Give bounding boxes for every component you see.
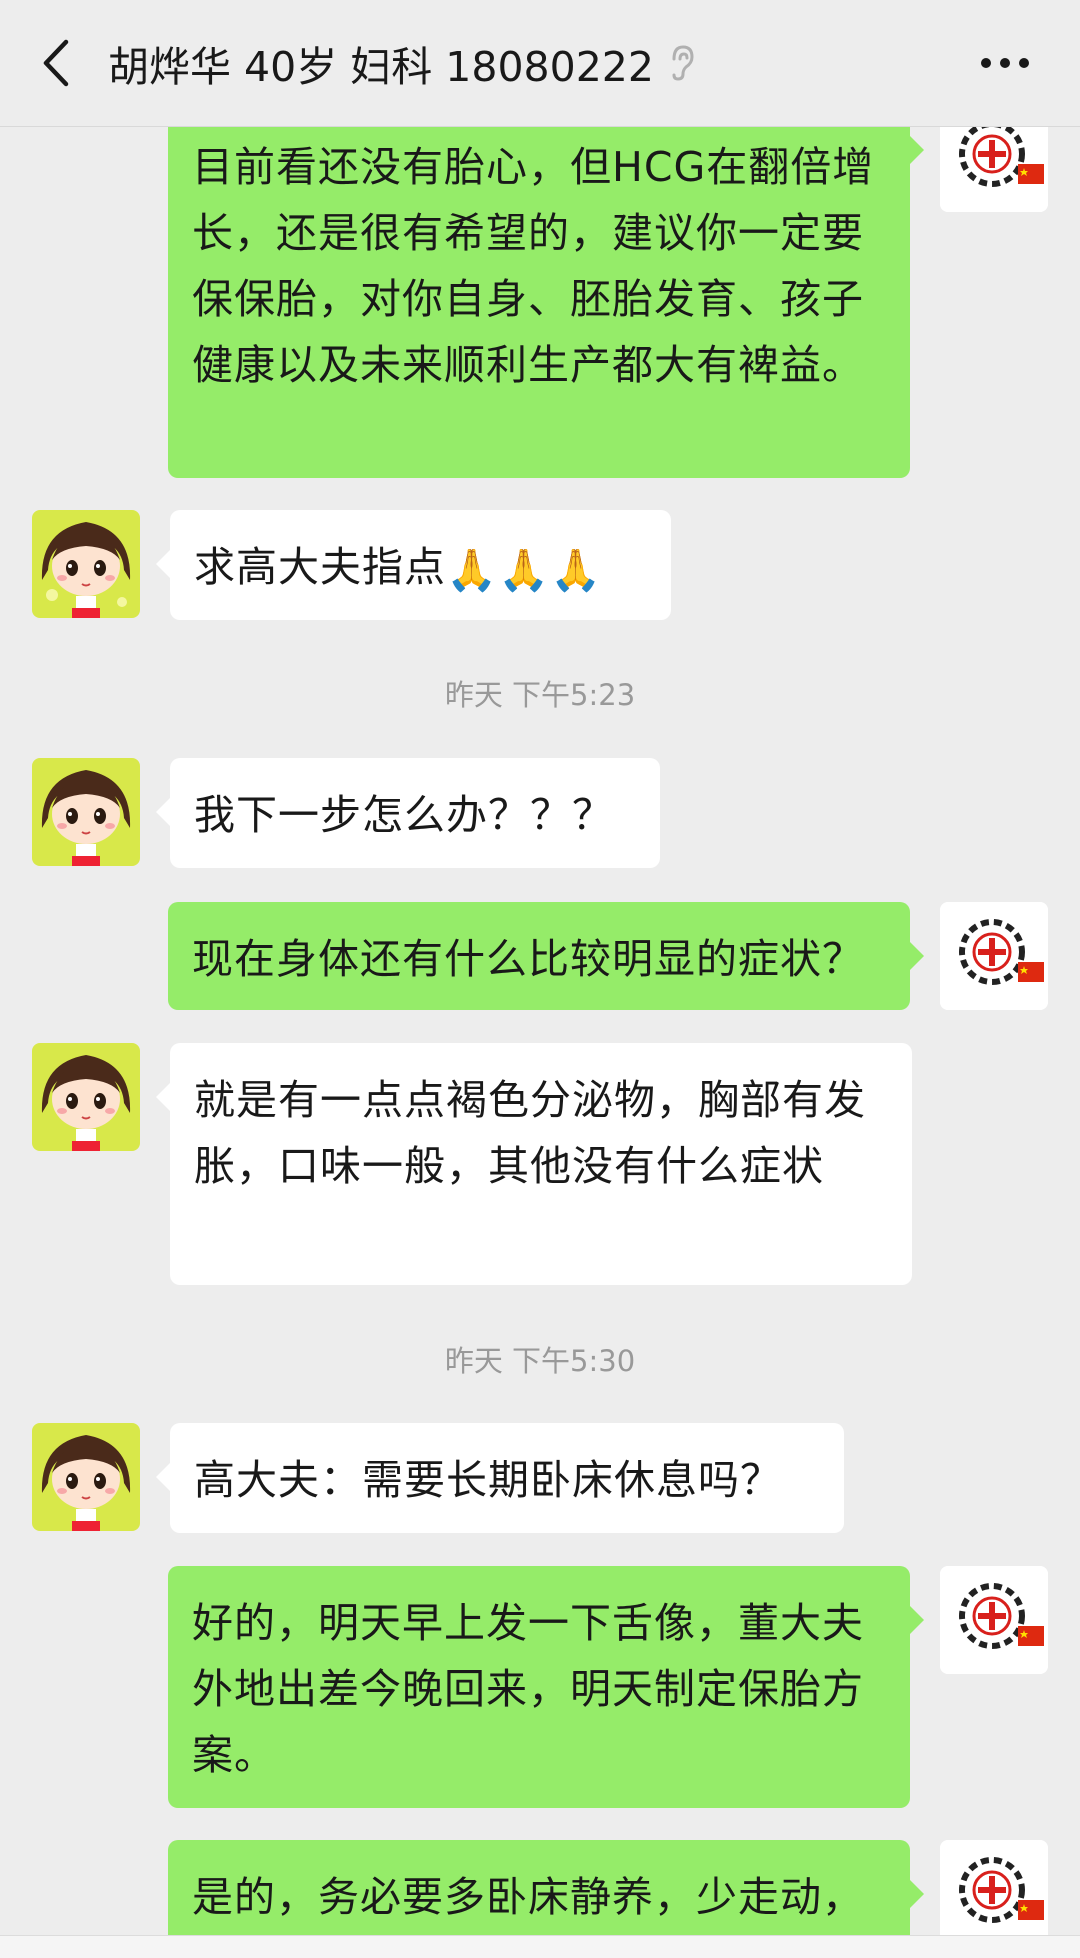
more-button[interactable] [970, 30, 1040, 96]
cartoon-girl-avatar-icon [32, 758, 140, 866]
bubble-tail [910, 1880, 924, 1908]
message-bubble[interactable]: 好的，明天早上发一下舌像，董大夫外地出差今晚回来，明天制定保胎方案。 [168, 1566, 924, 1808]
avatar-doctor[interactable] [940, 1566, 1048, 1674]
avatar-patient[interactable] [32, 1423, 140, 1531]
message-bubble[interactable]: 求高大夫指点🙏🙏🙏 [156, 510, 671, 620]
avatar-patient[interactable] [32, 1043, 140, 1151]
hospital-logo-icon [940, 1566, 1048, 1674]
message-text: 是的，务必要多卧床静养，少走动， [192, 1873, 864, 1921]
chat-title-area[interactable]: 胡烨华 40岁 妇科 18080222 [108, 30, 696, 96]
avatar-doctor[interactable] [940, 1840, 1048, 1948]
message-text: 目前看还没有胎心，但HCG在翻倍增长，还是很有希望的，建议你一定要保保胎，对你自… [192, 143, 875, 389]
back-button[interactable] [28, 30, 84, 96]
bubble-tail [156, 1463, 170, 1491]
message-text: 就是有一点点褐色分泌物，胸部有发胀，口味一般，其他没有什么症状 [194, 1076, 866, 1190]
bubble-tail [910, 942, 924, 970]
chevron-left-icon [43, 39, 69, 87]
message-bubble[interactable]: 现在身体还有什么比较明显的症状？ [168, 902, 924, 1010]
chat-header: 胡烨华 40岁 妇科 18080222 [0, 0, 1080, 127]
avatar-doctor[interactable] [940, 902, 1048, 1010]
bubble-tail [156, 550, 170, 578]
bubble-tail [156, 1083, 170, 1111]
bubble-tail [910, 136, 924, 164]
praying-hands-emoji: 🙏🙏🙏 [446, 546, 603, 594]
message-list[interactable]: 目前看还没有胎心，但HCG在翻倍增长，还是很有希望的，建议你一定要保保胎，对你自… [0, 0, 1080, 1957]
chat-title: 胡烨华 40岁 妇科 18080222 [108, 43, 654, 91]
message-bubble[interactable]: 我下一步怎么办？？？ [156, 758, 660, 868]
message-text: 我下一步怎么办？？？ [194, 791, 614, 839]
timestamp: 昨天 下午5:23 [444, 678, 636, 712]
more-dots-icon [981, 58, 1029, 68]
cartoon-girl-avatar-icon [32, 1423, 140, 1531]
hospital-logo-icon [940, 1840, 1048, 1948]
bubble-tail [910, 1606, 924, 1634]
hospital-logo-icon [940, 902, 1048, 1010]
message-bubble[interactable]: 就是有一点点褐色分泌物，胸部有发胀，口味一般，其他没有什么症状 [156, 1043, 912, 1285]
message-text: 现在身体还有什么比较明显的症状？ [192, 935, 864, 983]
ear-icon [672, 45, 694, 81]
cartoon-girl-avatar-icon [32, 1043, 140, 1151]
bubble-tail [156, 798, 170, 826]
timestamp: 昨天 下午5:30 [444, 1344, 636, 1378]
message-bubble[interactable]: 高大夫：需要长期卧床休息吗？ [156, 1423, 844, 1533]
message-text: 好的，明天早上发一下舌像，董大夫外地出差今晚回来，明天制定保胎方案。 [192, 1599, 864, 1779]
message-text: 高大夫：需要长期卧床休息吗？ [194, 1456, 782, 1504]
message-bubble[interactable]: 目前看还没有胎心，但HCG在翻倍增长，还是很有希望的，建议你一定要保保胎，对你自… [168, 110, 924, 478]
avatar-patient[interactable] [32, 510, 140, 618]
message-text: 求高大夫指点 [194, 543, 446, 591]
cartoon-girl-avatar-icon [32, 510, 140, 618]
input-bar-edge [0, 1935, 1080, 1958]
avatar-patient[interactable] [32, 758, 140, 866]
